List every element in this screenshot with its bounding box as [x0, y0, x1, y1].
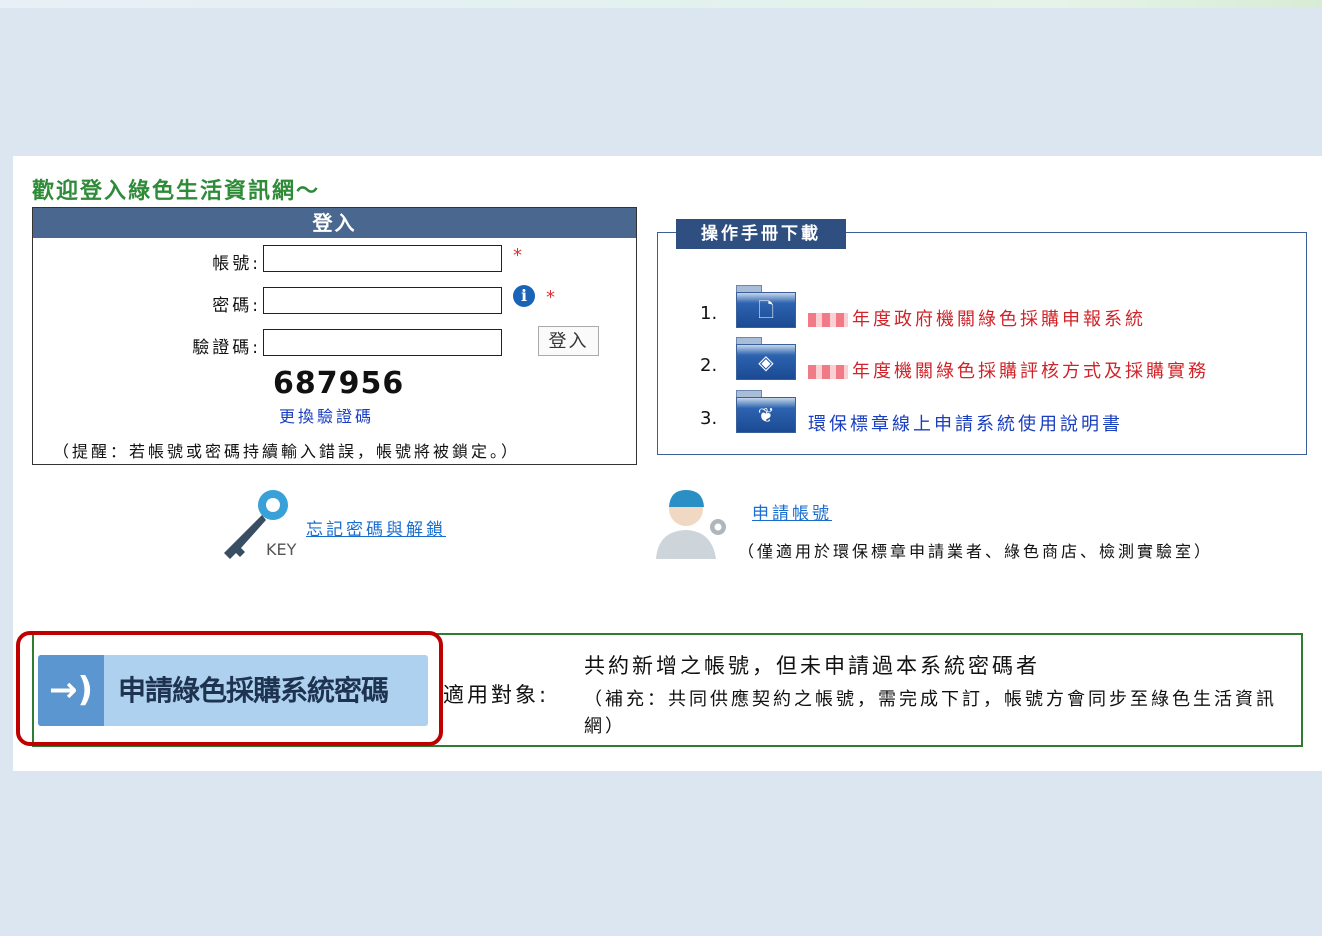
captcha-label: 驗證碼: — [192, 338, 261, 358]
target-audience-text: 共約新增之帳號，但未申請過本系統密碼者 — [584, 654, 1040, 678]
info-icon[interactable]: i — [513, 285, 535, 307]
redacted-year — [808, 365, 848, 379]
manual-item-number: 3. — [700, 408, 718, 429]
highlight-outline — [16, 631, 443, 746]
key-icon[interactable]: KEY — [218, 487, 298, 562]
login-header: 登入 — [33, 208, 636, 238]
password-input[interactable] — [263, 287, 502, 314]
lockout-reminder: （提醒：若帳號或密碼持續輸入錯誤，帳號將被鎖定。） — [53, 442, 521, 461]
manual-item-link[interactable]: 環保標章線上申請系統使用說明書 — [808, 410, 1123, 436]
captcha-input[interactable] — [263, 329, 502, 356]
checkmark-folder-icon[interactable]: ◈ — [736, 337, 796, 381]
forgot-password-link[interactable]: 忘記密碼與解鎖 — [306, 515, 446, 540]
key-label: KEY — [266, 540, 297, 559]
welcome-title: 歡迎登入綠色生活資訊網～ — [32, 179, 321, 204]
login-button[interactable]: 登入 — [538, 326, 599, 356]
document-folder-icon[interactable]: 🗋 — [736, 285, 796, 329]
account-label: 帳號: — [212, 254, 261, 274]
apply-account-link[interactable]: 申請帳號 — [752, 499, 832, 524]
password-label: 密碼: — [212, 296, 261, 316]
manual-item-number: 1. — [700, 303, 718, 324]
account-required-mark: * — [513, 245, 522, 266]
password-required-mark: * — [546, 287, 555, 308]
account-input[interactable] — [263, 245, 502, 272]
manual-item-link[interactable]: 年度機關綠色採購評核方式及採購實務 — [808, 357, 1209, 383]
target-audience-label: 適用對象: — [443, 683, 550, 707]
target-audience-supplement: （補充：共同供應契約之帳號，需完成下訂，帳號方會同步至綠色生活資訊網） — [584, 689, 1277, 737]
change-captcha-link[interactable]: 更換驗證碼 — [279, 403, 374, 427]
manual-item-link[interactable]: 年度政府機關綠色採購申報系統 — [808, 305, 1146, 331]
apply-account-note: （僅適用於環保標章申請業者、綠色商店、檢測實驗室） — [738, 542, 1214, 561]
top-banner-strip — [0, 0, 1322, 8]
captcha-image: 687956 — [273, 366, 405, 401]
login-box: 登入 帳號: * 密碼: i * 驗證碼: 登入 687956 更換驗證碼 （提… — [32, 207, 637, 465]
leaf-folder-icon[interactable]: ❦ — [736, 390, 796, 434]
user-settings-icon[interactable] — [652, 487, 732, 562]
redacted-year — [808, 313, 848, 327]
manual-item-number: 2. — [700, 355, 718, 376]
manual-download-title: 操作手冊下載 — [676, 219, 846, 249]
